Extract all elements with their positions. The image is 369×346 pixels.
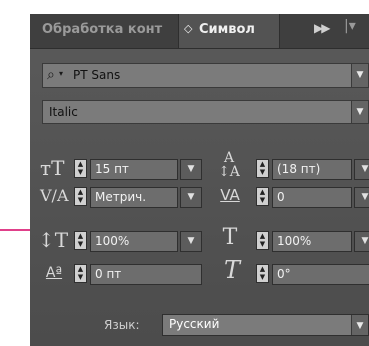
tracking-icon: VA xyxy=(220,186,240,204)
size-field[interactable]: 15 пт xyxy=(90,159,178,180)
tracking-dropdown-button[interactable]: ▼ xyxy=(354,187,369,208)
tab-character[interactable]: ◇ Символ xyxy=(178,14,280,48)
baseline-shift-value: 0 пт xyxy=(95,267,122,281)
language-value: Русский xyxy=(169,317,220,331)
tracking-field[interactable]: 0 xyxy=(272,187,352,208)
leading-field[interactable]: (18 пт) xyxy=(272,159,352,180)
font-style-dropdown[interactable]: Italic ▼ xyxy=(42,100,369,124)
skew-field[interactable]: 0° xyxy=(272,264,369,285)
language-arrow-icon[interactable]: ▼ xyxy=(351,315,368,335)
skew-stepper[interactable]: ▲ ▼ xyxy=(256,264,269,283)
tab-character-label: Символ xyxy=(199,22,255,37)
tab-paragraph-processing[interactable]: Обработка конт xyxy=(42,22,180,37)
font-family-dropdown[interactable]: ⌕ ▾ PT Sans ▼ xyxy=(42,63,369,88)
tab-sort-icon: ◇ xyxy=(184,22,193,35)
horizontal-scale-field[interactable]: 100% xyxy=(272,231,352,252)
search-icon[interactable]: ⌕ xyxy=(47,67,55,83)
leading-stepper[interactable]: ▲ ▼ xyxy=(256,159,269,178)
language-label: Язык: xyxy=(104,318,140,332)
font-family-arrow-icon[interactable]: ▼ xyxy=(351,64,368,87)
tracking-stepper[interactable]: ▲ ▼ xyxy=(256,187,269,206)
size-dropdown-button[interactable]: ▼ xyxy=(180,159,202,180)
vertical-scale-icon: ↕T xyxy=(38,228,69,252)
font-style-value: Italic xyxy=(49,105,78,119)
kerning-dropdown-button[interactable]: ▼ xyxy=(180,187,202,208)
vertical-scale-field[interactable]: 100% xyxy=(90,231,178,252)
collapse-panels-icon[interactable]: ▶▶ xyxy=(314,21,331,35)
size-stepper[interactable]: ▲ ▼ xyxy=(74,159,87,178)
font-size-icon: ᴛT xyxy=(40,156,65,180)
leading-icon: A ↕A xyxy=(218,150,240,180)
panel-menu-icon[interactable]: |▾ xyxy=(344,18,356,34)
character-panel: Обработка конт ◇ Символ ▶▶ |▾ ⌕ ▾ PT San… xyxy=(30,14,369,346)
size-value: 15 пт xyxy=(95,162,129,176)
baseline-shift-field[interactable]: 0 пт xyxy=(90,264,202,285)
kerning-stepper[interactable]: ▲ ▼ xyxy=(74,187,87,206)
connector-line xyxy=(0,229,32,231)
vertical-scale-dropdown-button[interactable]: ▼ xyxy=(180,231,202,252)
horizontal-scale-dropdown-button[interactable]: ▼ xyxy=(354,231,369,252)
skew-value: 0° xyxy=(277,267,291,281)
skew-icon: T xyxy=(223,256,240,284)
leading-value: (18 пт) xyxy=(277,162,321,176)
horizontal-scale-icon: T xyxy=(222,225,238,250)
tab-bar: Обработка конт ◇ Символ ▶▶ |▾ xyxy=(30,14,369,49)
chevron-down-icon: ▾ xyxy=(59,69,64,78)
baseline-shift-stepper[interactable]: ▲ ▼ xyxy=(74,264,87,283)
kerning-icon: V/A xyxy=(40,186,69,205)
baseline-shift-icon: Aª xyxy=(45,265,63,281)
language-dropdown[interactable]: Русский ▼ xyxy=(162,314,369,336)
horizontal-scale-stepper[interactable]: ▲ ▼ xyxy=(256,231,269,250)
horizontal-scale-value: 100% xyxy=(277,234,312,248)
vertical-scale-value: 100% xyxy=(95,234,130,248)
kerning-field[interactable]: Метрич. xyxy=(90,187,178,208)
kerning-value: Метрич. xyxy=(95,190,147,204)
font-family-value: PT Sans xyxy=(73,68,121,82)
tracking-value: 0 xyxy=(277,190,285,204)
leading-dropdown-button[interactable]: ▼ xyxy=(354,159,369,180)
vertical-scale-stepper[interactable]: ▲ ▼ xyxy=(74,231,87,250)
font-style-arrow-icon[interactable]: ▼ xyxy=(351,101,368,123)
